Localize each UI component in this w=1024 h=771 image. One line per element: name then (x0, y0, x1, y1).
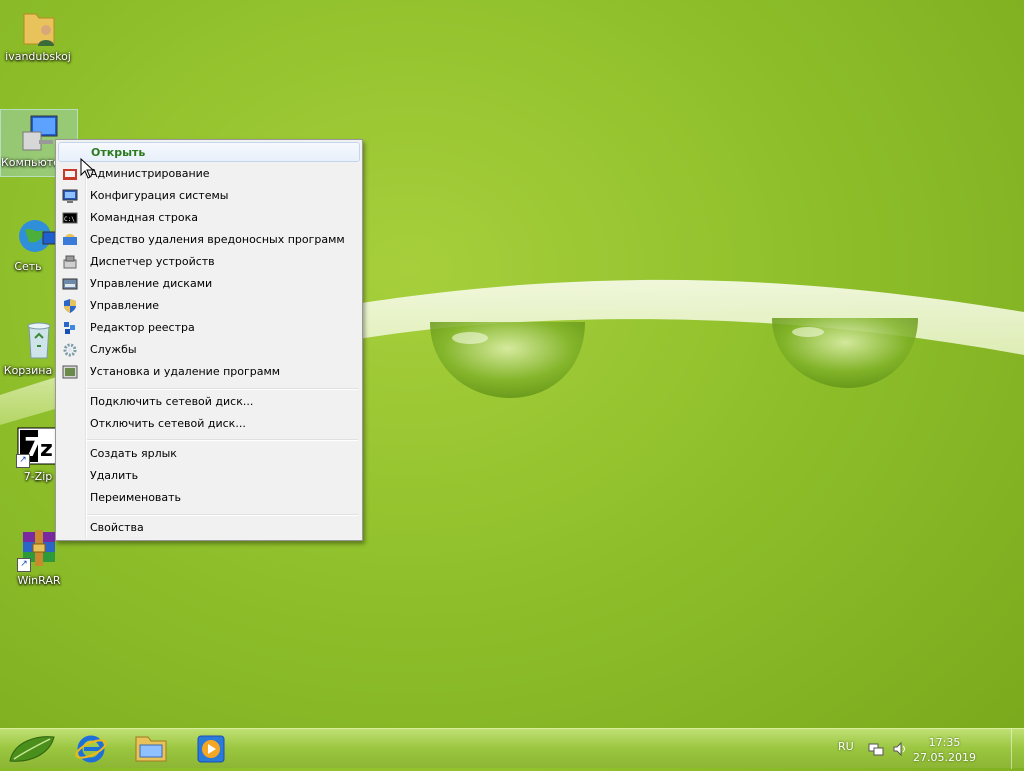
menu-item-command-prompt[interactable]: C:\ Командная строка (58, 208, 360, 228)
menu-separator (87, 439, 358, 441)
services-gear-icon (63, 343, 77, 357)
menu-item-create-shortcut[interactable]: Создать ярлык (58, 444, 360, 464)
taskbar-file-explorer[interactable] (124, 731, 178, 767)
menu-item-label: Службы (90, 343, 137, 356)
menu-item-label: Установка и удаление программ (90, 365, 281, 378)
menu-item-programs[interactable]: Установка и удаление программ (58, 362, 360, 382)
menu-item-label: Редактор реестра (90, 321, 195, 334)
menu-separator (87, 388, 358, 390)
shield-icon (64, 299, 76, 313)
menu-item-label: Подключить сетевой диск... (90, 395, 254, 408)
desktop-icon-label: ivandubskoj (5, 50, 71, 63)
internet-explorer-icon (75, 735, 107, 763)
svg-text:z: z (40, 437, 53, 462)
file-explorer-icon (135, 736, 167, 762)
clock-time: 17:35 (928, 736, 961, 749)
svg-text:C:\: C:\ (64, 216, 75, 223)
system-config-icon (62, 189, 78, 203)
programs-icon (62, 365, 78, 379)
desktop-icon-label: WinRAR (17, 574, 61, 587)
menu-item-label: Свойства (90, 521, 144, 534)
volume-icon[interactable] (892, 741, 908, 757)
menu-item-manage[interactable]: Управление (58, 296, 360, 316)
menu-item-disconnect-network-drive[interactable]: Отключить сетевой диск... (58, 414, 360, 434)
menu-item-system-config[interactable]: Конфигурация системы (58, 186, 360, 206)
start-button[interactable] (4, 731, 58, 767)
admin-tools-icon (63, 169, 77, 180)
taskbar-media-player[interactable] (184, 731, 238, 767)
desktop-icon-label: Корзина (3, 364, 53, 377)
menu-item-label: Удалить (90, 469, 139, 482)
context-menu: Открыть Администрирование Конфигурация с… (55, 139, 363, 541)
menu-item-label: Командная строка (90, 211, 198, 224)
start-button-icon (9, 736, 55, 762)
user-folder-icon (16, 4, 60, 48)
menu-item-label: Управление (90, 299, 160, 312)
mouse-cursor-icon (80, 158, 95, 179)
menu-item-label: Переименовать (90, 491, 182, 504)
language-indicator[interactable]: RU (838, 740, 854, 753)
menu-item-label: Диспетчер устройств (90, 255, 215, 268)
desktop-icon-user-folder[interactable]: ivandubskoj (0, 4, 76, 63)
network-tray-icon[interactable] (868, 741, 884, 757)
menu-item-label: Средство удаления вредоносных программ (90, 233, 345, 246)
menu-item-label: Конфигурация системы (90, 189, 229, 202)
menu-item-label: Администрирование (90, 167, 210, 180)
menu-item-malware-removal[interactable]: Средство удаления вредоносных программ (58, 230, 360, 250)
menu-item-disk-management[interactable]: Управление дисками (58, 274, 360, 294)
taskbar-internet-explorer[interactable] (64, 731, 118, 767)
menu-item-label: Создать ярлык (90, 447, 177, 460)
menu-item-rename[interactable]: Переименовать (58, 488, 360, 508)
menu-item-map-network-drive[interactable]: Подключить сетевой диск... (58, 392, 360, 412)
clock-date: 27.05.2019 (913, 751, 976, 764)
menu-item-open[interactable]: Открыть (58, 142, 360, 162)
registry-editor-icon (64, 322, 75, 334)
menu-item-label: Управление дисками (90, 277, 213, 290)
taskbar: RU 17:35 27.05.2019 (0, 728, 1024, 769)
show-desktop-button[interactable] (1011, 729, 1024, 769)
cmd-icon: C:\ (62, 212, 78, 224)
desktop-icon-label: Компьютер (1, 156, 55, 169)
menu-item-properties[interactable]: Свойства (58, 518, 360, 538)
menu-separator (87, 514, 358, 516)
media-player-icon (197, 735, 225, 763)
menu-item-device-manager[interactable]: Диспетчер устройств (58, 252, 360, 272)
menu-item-administration[interactable]: Администрирование (58, 164, 360, 184)
menu-item-services[interactable]: Службы (58, 340, 360, 360)
menu-item-label: Открыть (91, 146, 146, 159)
menu-item-delete[interactable]: Удалить (58, 466, 360, 486)
clock[interactable]: 17:35 27.05.2019 (913, 735, 976, 765)
device-manager-icon (63, 255, 77, 269)
menu-item-label: Отключить сетевой диск... (90, 417, 246, 430)
malware-removal-icon (63, 234, 77, 245)
disk-management-icon (62, 278, 78, 290)
desktop-icon-label: Сеть (14, 260, 42, 273)
shortcut-arrow-icon: ↗ (16, 454, 30, 468)
shortcut-arrow-icon: ↗ (17, 558, 31, 572)
menu-item-registry-editor[interactable]: Редактор реестра (58, 318, 360, 338)
7zip-icon: 7 z ↗ (16, 424, 60, 468)
